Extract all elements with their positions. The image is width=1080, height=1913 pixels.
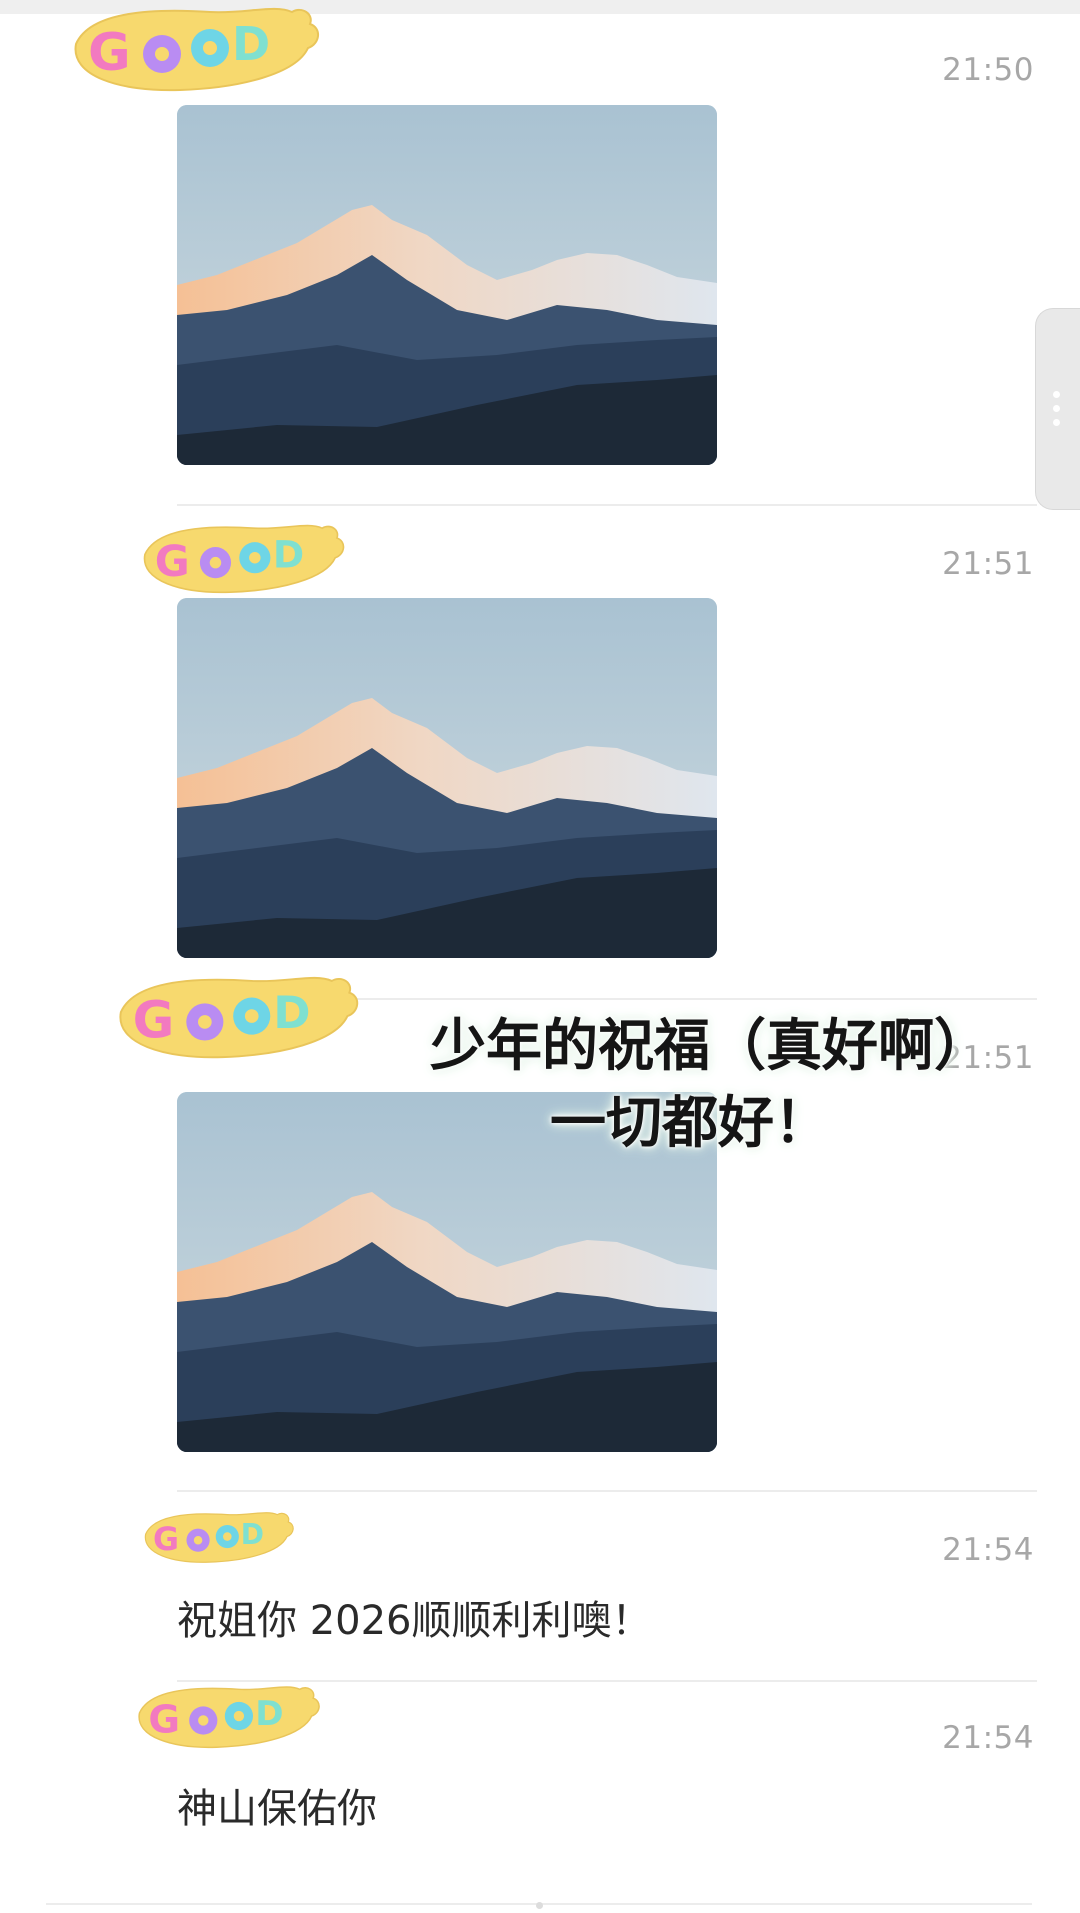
good-sticker <box>74 7 320 92</box>
scroll-indicator <box>536 1902 543 1909</box>
side-drawer-handle[interactable] <box>1035 308 1080 510</box>
message-time: 21:54 <box>942 1532 1034 1568</box>
message-time: 21:50 <box>942 52 1034 88</box>
mountain-photo[interactable] <box>177 105 717 465</box>
mountain-photo[interactable] <box>177 598 717 958</box>
overlay-line-1: 少年的祝福（真好啊） <box>430 1013 990 1079</box>
overlay-line-2: 一切都好！ <box>550 1090 830 1157</box>
good-sticker <box>138 1686 320 1749</box>
message-text: 神山保佑你 <box>177 1786 377 1832</box>
message-text: 祝姐你 2026顺顺利利噢！ <box>177 1598 652 1644</box>
good-sticker <box>143 524 345 594</box>
more-dots-icon <box>1053 391 1060 398</box>
more-dots-icon <box>1053 419 1060 426</box>
message-time: 21:51 <box>942 546 1034 582</box>
good-sticker <box>144 1512 294 1563</box>
message-divider <box>177 1490 1037 1492</box>
good-sticker <box>119 976 359 1059</box>
more-dots-icon <box>1053 405 1060 412</box>
overlay-caption: 少年的祝福（真好啊） 一切都好！ <box>400 1008 1020 1163</box>
message-divider <box>177 504 1037 506</box>
message-time: 21:54 <box>942 1720 1034 1756</box>
